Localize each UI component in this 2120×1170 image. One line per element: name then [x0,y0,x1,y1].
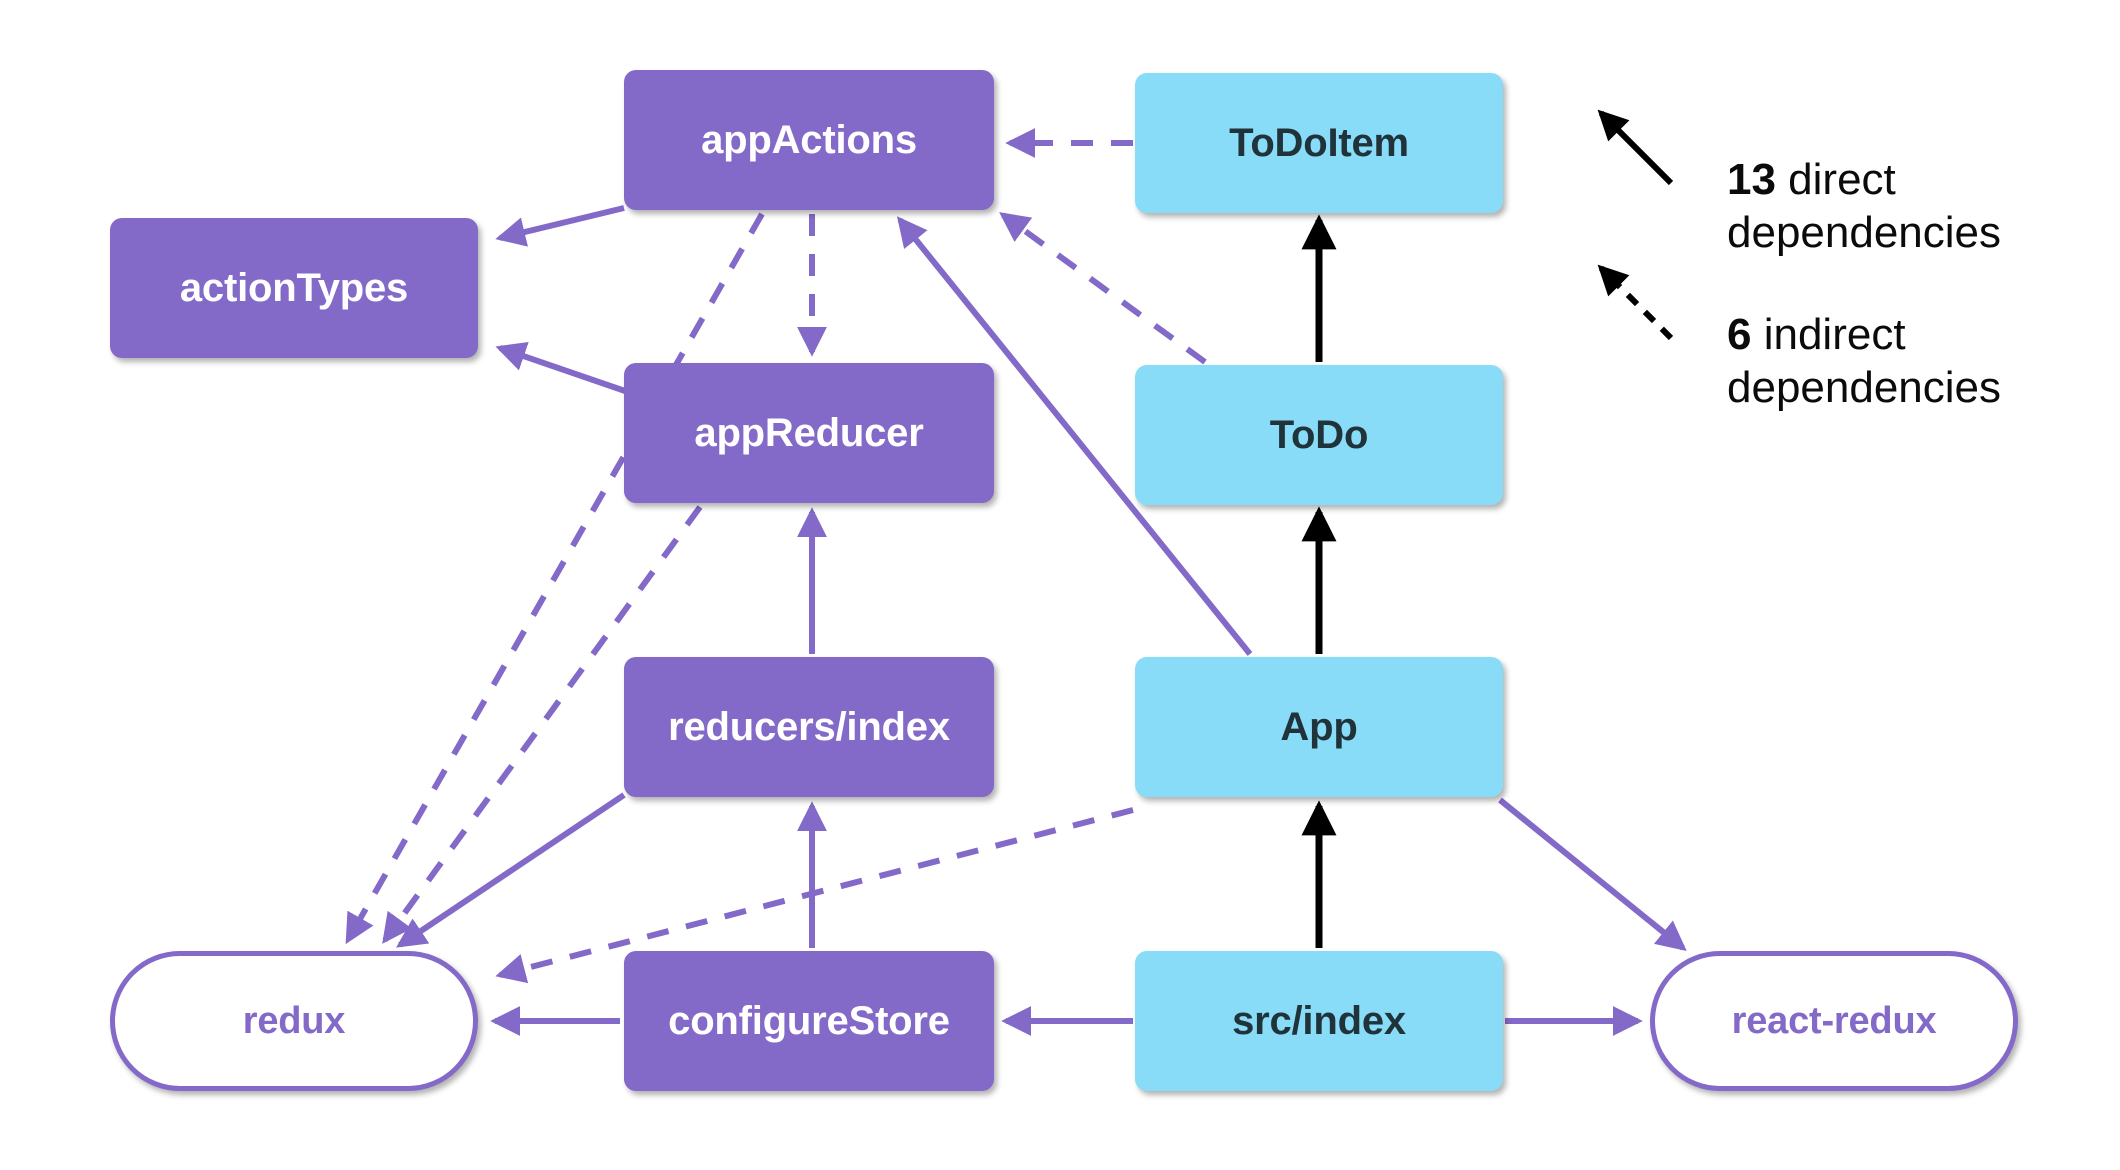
node-label-toDo: ToDo [1269,412,1369,457]
node-label-redux: redux [242,999,346,1042]
node-label-toDoItem: ToDoItem [1229,120,1409,165]
node-toDoItem[interactable]: ToDoItem [1135,73,1503,213]
edge-app-to-reactRedux [1498,797,1687,952]
legend-direct-text: 13 direct dependencies [1727,99,2001,260]
node-appReducer[interactable]: appReducer [624,363,994,503]
node-label-configureStore: configureStore [668,998,950,1043]
node-label-reactRedux: react-redux [1731,999,1937,1042]
dashed-arrow-icon [1597,264,1674,341]
node-label-appActions: appActions [701,117,917,162]
node-appActions[interactable]: appActions [624,70,994,210]
node-label-srcIndex: src/index [1232,998,1406,1043]
node-label-app: App [1280,704,1358,749]
edge-appReducer-to-actionTypes [495,342,629,395]
node-reactRedux[interactable]: react-redux [1650,951,2018,1091]
node-configureStore[interactable]: configureStore [624,951,994,1091]
edge-toDo-to-appActions [999,212,1207,365]
node-reducersIndex[interactable]: reducers/index [624,657,994,797]
legend-indirect: 6 indirect dependencies [1585,250,2001,415]
legend-direct-count: 13 [1727,154,1776,204]
legend-direct: 13 direct dependencies [1585,95,2001,260]
node-label-actionTypes: actionTypes [179,265,409,310]
solid-arrow-icon [1597,109,1674,186]
node-label-reducersIndex: reducers/index [668,704,950,749]
legend-indirect-text: 6 indirect dependencies [1727,254,2001,415]
node-redux[interactable]: redux [110,951,478,1091]
edge-reducersIndex-to-redux [396,792,626,948]
node-label-appReducer: appReducer [694,410,924,455]
edge-appActions-to-actionTypes [495,205,625,247]
legend-indirect-count: 6 [1727,309,1752,359]
node-toDo[interactable]: ToDo [1135,365,1503,505]
node-app[interactable]: App [1135,657,1503,797]
node-actionTypes[interactable]: actionTypes [110,218,478,358]
dependency-graph-canvas: appActions ToDoItem actionTypes appReducer T… [0,0,2120,1170]
legend-indirect-label: indirect dependencies [1727,309,2002,413]
node-srcIndex[interactable]: src/index [1135,951,1503,1091]
